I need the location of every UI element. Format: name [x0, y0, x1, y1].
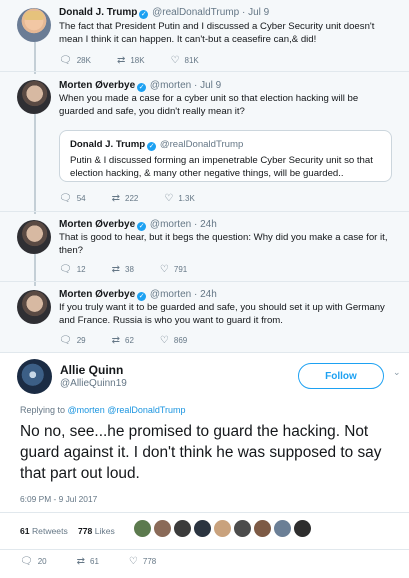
like-button[interactable]: ♡ 778: [129, 556, 156, 567]
like-button[interactable]: ♡ 791: [160, 264, 187, 275]
main-tweet: Allie Quinn @AllieQuinn19 Follow ⌄ Reply…: [0, 352, 409, 578]
tweet-time[interactable]: 24h: [200, 289, 217, 300]
reply-button[interactable]: 🗨︎ 12: [59, 264, 86, 275]
avatar[interactable]: [17, 80, 51, 114]
author-name[interactable]: Morten Øverbye: [59, 219, 135, 230]
retweet-icon: ⇄: [116, 55, 126, 66]
reply-icon: 🗨︎: [59, 193, 72, 204]
reply-icon: 🗨︎: [59, 55, 72, 66]
tweet-text: The fact that President Putin and I disc…: [59, 21, 375, 45]
heart-icon: ♡: [164, 193, 174, 204]
replying-to: Replying to @morten @realDonaldTrump: [20, 405, 186, 415]
retweet-button[interactable]: ⇄ 61: [77, 556, 99, 567]
liker-avatars: [134, 520, 314, 537]
reply-button[interactable]: 🗨︎ 54: [59, 193, 86, 204]
liker-avatar[interactable]: [154, 520, 171, 537]
likes-stat[interactable]: 778 Likes: [78, 526, 115, 536]
avatar[interactable]: [17, 8, 51, 42]
liker-avatar[interactable]: [274, 520, 291, 537]
quoted-tweet[interactable]: Donald J. Trump ✓ @realDonaldTrump Putin …: [59, 130, 392, 182]
tweet-time[interactable]: Jul 9: [200, 80, 221, 91]
author-name[interactable]: Allie Quinn: [60, 363, 123, 377]
tweet-time[interactable]: Jul 9: [248, 7, 269, 18]
retweet-button[interactable]: ⇄ 18K: [117, 55, 145, 66]
chevron-down-icon[interactable]: ⌄: [393, 367, 401, 378]
retweet-icon: ⇄: [76, 556, 85, 567]
follow-button[interactable]: Follow: [298, 363, 384, 389]
reply-icon: 🗨︎: [20, 556, 33, 567]
conversation-thread: Donald J. Trump ✓ @realDonaldTrump · Jul …: [0, 0, 409, 352]
thread-tweet[interactable]: Morten Øverbye ✓ @morten · 24h If you tru…: [0, 281, 409, 352]
tweet-text: If you truly want it to be guarded and s…: [59, 302, 385, 326]
quoted-tweet-text: Putin & I discussed forming an impenetra…: [70, 155, 373, 179]
retweet-icon: ⇄: [111, 264, 120, 275]
author-handle: @morten: [149, 219, 192, 230]
liker-avatar[interactable]: [294, 520, 311, 537]
reply-icon: 🗨︎: [59, 264, 72, 275]
tweet-time[interactable]: 24h: [200, 219, 217, 230]
author-handle: @morten: [149, 80, 192, 91]
verified-badge-icon: ✓: [137, 222, 147, 231]
tweet-text: When you made a case for a cyber unit so…: [59, 93, 359, 117]
liker-avatar[interactable]: [254, 520, 271, 537]
liker-avatar[interactable]: [214, 520, 231, 537]
retweet-button[interactable]: ⇄ 62: [112, 335, 134, 346]
liker-avatar[interactable]: [234, 520, 251, 537]
quoted-author-handle: @realDonaldTrump: [159, 139, 244, 150]
thread-tweet[interactable]: Morten Øverbye ✓ @morten · Jul 9 When you…: [0, 71, 409, 211]
avatar[interactable]: [17, 290, 51, 324]
author-handle[interactable]: @AllieQuinn19: [60, 378, 127, 389]
retweet-button[interactable]: ⇄ 38: [112, 264, 134, 275]
thread-tweet[interactable]: Donald J. Trump ✓ @realDonaldTrump · Jul …: [0, 0, 409, 70]
reply-icon: 🗨︎: [59, 335, 72, 346]
like-button[interactable]: ♡ 869: [160, 335, 187, 346]
heart-icon: ♡: [159, 335, 169, 346]
liker-avatar[interactable]: [174, 520, 191, 537]
author-handle: @morten: [149, 289, 192, 300]
retweet-icon: ⇄: [111, 335, 120, 346]
reply-button[interactable]: 🗨︎ 28K: [59, 55, 91, 66]
retweet-button[interactable]: ⇄ 222: [112, 193, 139, 204]
verified-badge-icon: ✓: [137, 292, 147, 301]
reply-mentions-link[interactable]: @morten @realDonaldTrump: [68, 405, 186, 415]
liker-avatar[interactable]: [194, 520, 211, 537]
heart-icon: ♡: [159, 264, 169, 275]
author-handle: @realDonaldTrump: [152, 7, 240, 18]
tweet-timestamp[interactable]: 6:09 PM - 9 Jul 2017: [20, 494, 97, 504]
author-name[interactable]: Donald J. Trump: [59, 7, 137, 18]
tweet-text: That is good to hear, but it begs the qu…: [59, 232, 388, 256]
avatar[interactable]: [17, 220, 51, 254]
heart-icon: ♡: [128, 556, 138, 567]
author-name[interactable]: Morten Øverbye: [59, 289, 135, 300]
reply-button[interactable]: 🗨︎ 29: [59, 335, 86, 346]
thread-tweet[interactable]: Morten Øverbye ✓ @morten · 24h That is go…: [0, 211, 409, 281]
liker-avatar[interactable]: [134, 520, 151, 537]
verified-badge-icon: ✓: [137, 83, 147, 92]
verified-badge-icon: ✓: [147, 142, 157, 151]
tweet-text: No no, see...he promised to guard the ha…: [20, 423, 382, 482]
like-button[interactable]: ♡ 1.3K: [164, 193, 194, 204]
retweets-stat[interactable]: 61 Retweets: [20, 526, 68, 536]
like-button[interactable]: ♡ 81K: [171, 55, 199, 66]
reply-button[interactable]: 🗨︎ 20: [20, 556, 47, 567]
tweet-stats: 61 Retweets 778 Likes: [0, 512, 409, 550]
avatar[interactable]: [17, 359, 52, 394]
author-name[interactable]: Morten Øverbye: [59, 80, 135, 91]
heart-icon: ♡: [170, 55, 180, 66]
retweet-icon: ⇄: [111, 193, 120, 204]
verified-badge-icon: ✓: [139, 10, 149, 19]
quoted-author-name: Donald J. Trump: [70, 139, 146, 150]
